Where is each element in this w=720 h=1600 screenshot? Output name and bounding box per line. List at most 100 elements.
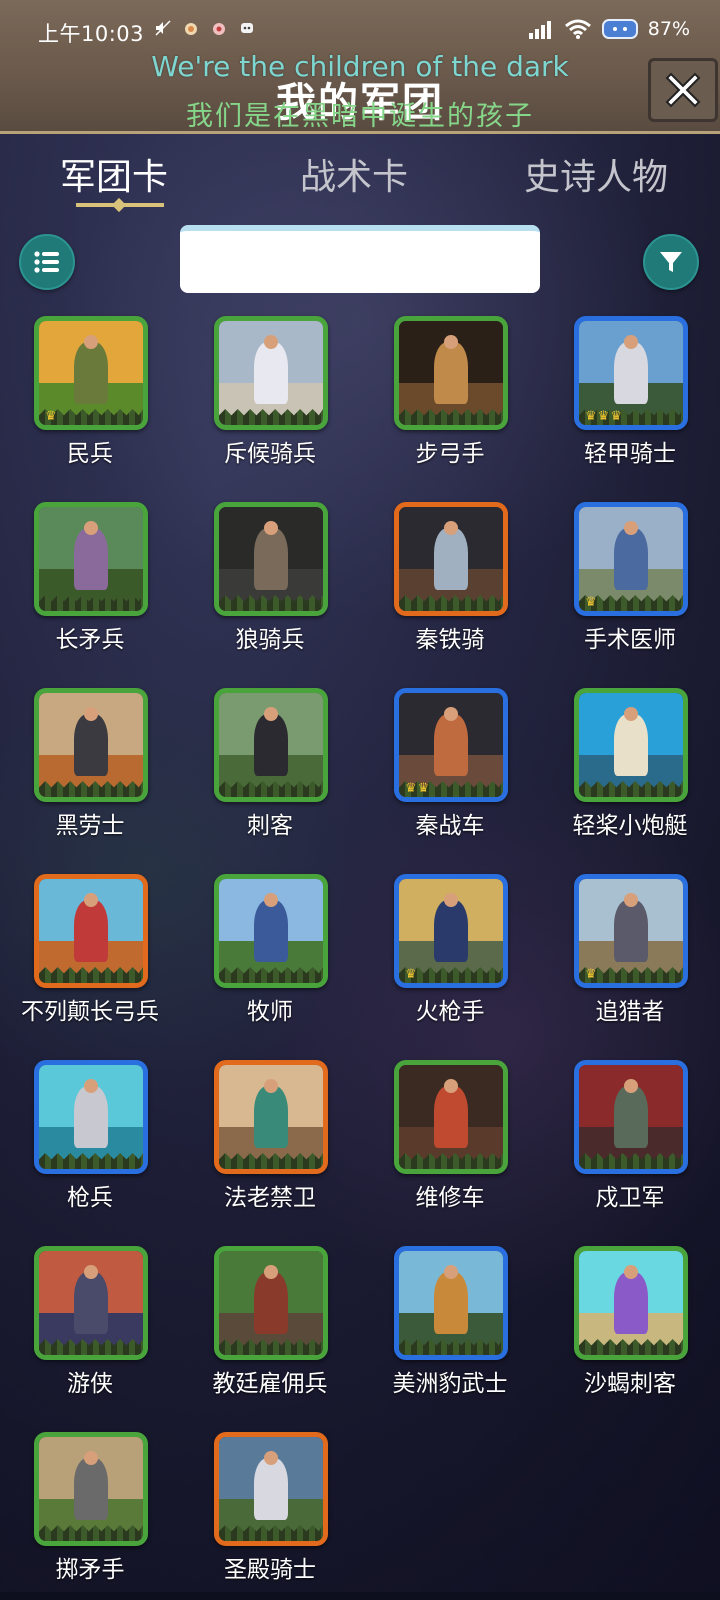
unit-artwork — [399, 321, 503, 425]
unit-card[interactable]: ♛ 民兵 — [0, 314, 180, 500]
unit-card[interactable]: 掷矛手 — [0, 1430, 180, 1600]
unit-card-portrait[interactable] — [574, 1060, 688, 1174]
unit-card[interactable]: 美洲豹武士 — [360, 1244, 540, 1430]
unit-card[interactable]: 戍卫军 — [540, 1058, 720, 1244]
wifi-icon — [564, 19, 591, 39]
unit-card-portrait[interactable]: ♛ — [394, 874, 508, 988]
unit-card-portrait[interactable] — [214, 874, 328, 988]
unit-card-portrait[interactable] — [214, 1060, 328, 1174]
unit-card-name: 斥候骑兵 — [224, 441, 316, 467]
unit-card-portrait[interactable]: ♛ — [574, 502, 688, 616]
tab-legion-cards[interactable]: 军团卡 — [60, 148, 168, 204]
unit-artwork — [39, 1251, 143, 1355]
lyric-line-english: We're the children of the dark — [151, 50, 569, 83]
unit-card-portrait[interactable] — [214, 1432, 328, 1546]
unit-card[interactable]: 不列颠长弓兵 — [0, 872, 180, 1058]
unit-card-name: 牧师 — [247, 999, 293, 1025]
app-notification-icon — [213, 23, 225, 35]
unit-card[interactable]: 游侠 — [0, 1244, 180, 1430]
unit-card-name: 火枪手 — [415, 999, 485, 1025]
unit-artwork — [39, 507, 143, 611]
crown-icon: ♛ — [597, 409, 610, 424]
unit-card-name: 掷矛手 — [55, 1557, 125, 1583]
card-grid: ♛ 民兵 斥候骑兵 步弓手 ♛ ♛ ♛ 轻甲骑士 长矛兵 狼骑兵 秦铁骑 ♛ 手术医师 黑劳士 刺客 ♛ ♛ 秦战… — [0, 314, 720, 1600]
star-level: ♛ — [585, 968, 597, 981]
unit-artwork — [579, 1065, 683, 1169]
unit-card-name: 步弓手 — [415, 441, 485, 467]
unit-artwork — [579, 693, 683, 797]
unit-card[interactable]: 牧师 — [180, 872, 360, 1058]
unit-card-name: 秦战车 — [415, 813, 485, 839]
unit-card-portrait[interactable] — [394, 1246, 508, 1360]
unit-card-name: 沙蝎刺客 — [584, 1371, 676, 1397]
unit-card[interactable]: 狼骑兵 — [180, 500, 360, 686]
unit-card-name: 秦铁骑 — [415, 627, 485, 653]
unit-artwork — [39, 1437, 143, 1541]
unit-card-portrait[interactable] — [214, 688, 328, 802]
unit-card-portrait[interactable] — [34, 502, 148, 616]
app-notification-icon — [241, 23, 253, 33]
unit-card-portrait[interactable]: ♛ — [574, 874, 688, 988]
unit-card[interactable]: 长矛兵 — [0, 500, 180, 686]
unit-card[interactable]: 刺客 — [180, 686, 360, 872]
unit-artwork — [219, 321, 323, 425]
unit-card[interactable]: ♛ 火枪手 — [360, 872, 540, 1058]
unit-card-portrait[interactable]: ♛ ♛ ♛ — [574, 316, 688, 430]
unit-card[interactable]: ♛ ♛ ♛ 轻甲骑士 — [540, 314, 720, 500]
unit-artwork — [219, 1065, 323, 1169]
unit-card-portrait[interactable] — [34, 1432, 148, 1546]
search-input[interactable] — [180, 231, 540, 293]
bottom-edge — [0, 1592, 720, 1600]
unit-card[interactable]: 圣殿骑士 — [180, 1430, 360, 1600]
unit-card-portrait[interactable]: ♛ ♛ — [394, 688, 508, 802]
tab-epic-characters[interactable]: 史诗人物 — [524, 148, 668, 204]
unit-card-name: 教廷雇佣兵 — [212, 1371, 328, 1397]
unit-card-portrait[interactable] — [574, 688, 688, 802]
close-button[interactable] — [648, 58, 718, 122]
list-icon — [34, 251, 59, 273]
unit-card[interactable]: 沙蝎刺客 — [540, 1244, 720, 1430]
unit-card-portrait[interactable] — [214, 502, 328, 616]
unit-card-portrait[interactable] — [394, 502, 508, 616]
unit-card-portrait[interactable]: ♛ — [34, 316, 148, 430]
unit-card-name: 戍卫军 — [595, 1185, 665, 1211]
unit-card-portrait[interactable] — [214, 316, 328, 430]
unit-card-name: 手术医师 — [584, 627, 676, 653]
unit-card[interactable]: 步弓手 — [360, 314, 540, 500]
unit-card[interactable]: 法老禁卫 — [180, 1058, 360, 1244]
system-status: 87% — [528, 18, 690, 40]
unit-card-name: 狼骑兵 — [235, 627, 305, 653]
tab-tactic-cards[interactable]: 战术卡 — [300, 148, 408, 204]
unit-card[interactable]: 斥候骑兵 — [180, 314, 360, 500]
unit-card-portrait[interactable] — [394, 316, 508, 430]
unit-card[interactable]: 黑劳士 — [0, 686, 180, 872]
unit-card[interactable]: ♛ 追猎者 — [540, 872, 720, 1058]
unit-card-portrait[interactable] — [34, 1060, 148, 1174]
list-view-button[interactable] — [19, 234, 75, 290]
unit-card-name: 不列颠长弓兵 — [21, 999, 159, 1025]
unit-artwork — [399, 1251, 503, 1355]
unit-card-name: 维修车 — [415, 1185, 485, 1211]
unit-card-portrait[interactable] — [34, 688, 148, 802]
unit-card-portrait[interactable] — [34, 874, 148, 988]
unit-card[interactable]: 维修车 — [360, 1058, 540, 1244]
unit-card[interactable]: ♛ 手术医师 — [540, 500, 720, 686]
search-box[interactable] — [180, 225, 540, 293]
unit-card[interactable]: ♛ ♛ 秦战车 — [360, 686, 540, 872]
filter-button[interactable] — [643, 234, 699, 290]
mute-icon — [155, 20, 171, 36]
unit-card[interactable]: 枪兵 — [0, 1058, 180, 1244]
crown-icon: ♛ — [417, 781, 430, 796]
unit-card-name: 美洲豹武士 — [392, 1371, 508, 1397]
unit-artwork — [39, 879, 143, 983]
unit-card-portrait[interactable] — [214, 1246, 328, 1360]
unit-card-portrait[interactable] — [574, 1246, 688, 1360]
unit-card[interactable]: 教廷雇佣兵 — [180, 1244, 360, 1430]
unit-card[interactable]: 秦铁骑 — [360, 500, 540, 686]
battery-level: 87% — [647, 18, 690, 40]
unit-card-portrait[interactable] — [34, 1246, 148, 1360]
crown-icon: ♛ — [585, 967, 597, 982]
unit-card-portrait[interactable] — [394, 1060, 508, 1174]
unit-card[interactable]: 轻桨小炮艇 — [540, 686, 720, 872]
unit-card-name: 追猎者 — [595, 999, 665, 1025]
